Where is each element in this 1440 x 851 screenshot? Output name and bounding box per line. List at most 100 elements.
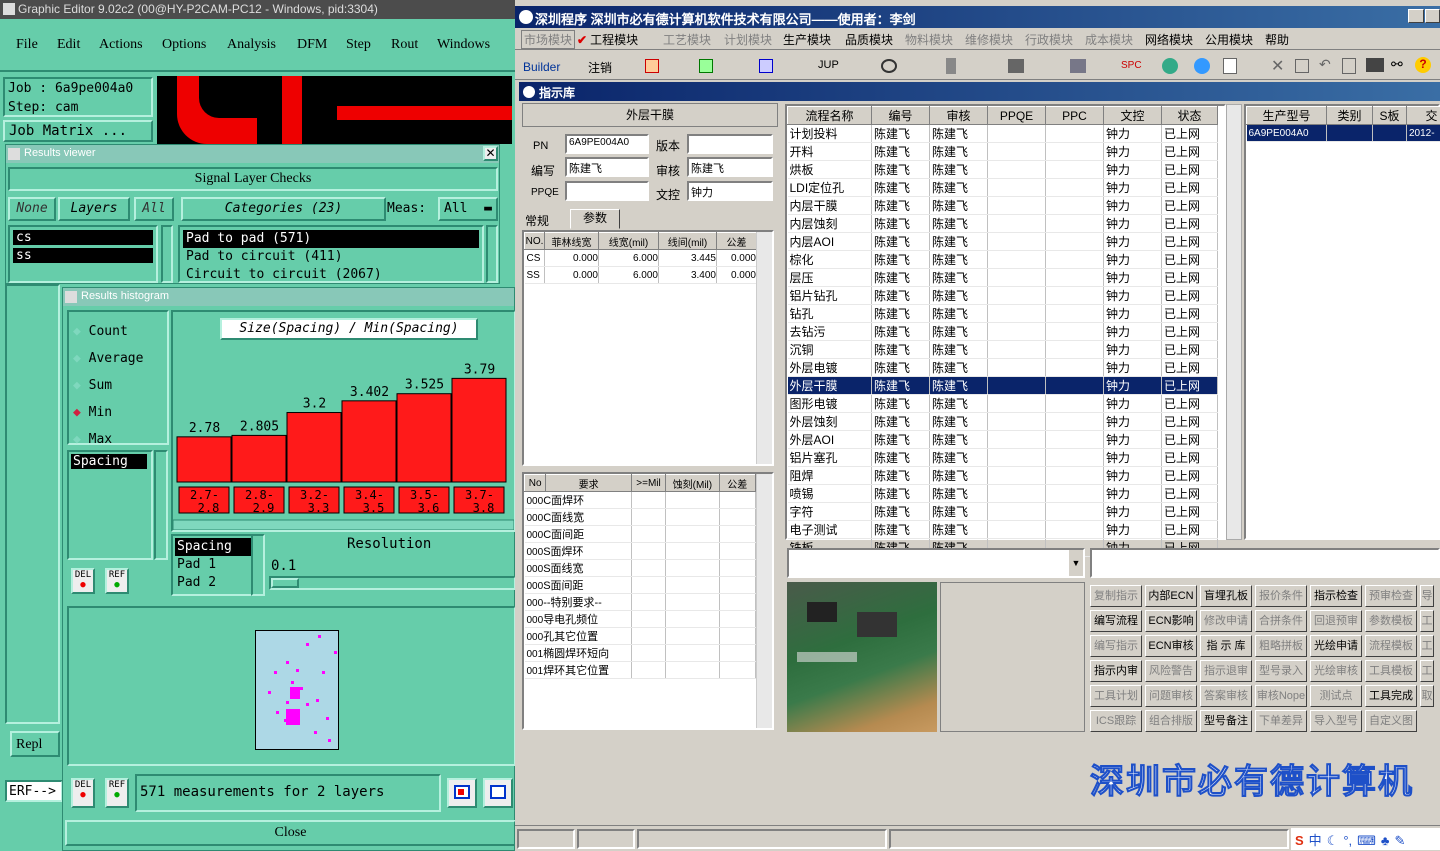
module-menu-item[interactable]: 计划模块: [724, 31, 772, 48]
meas-dropdown[interactable]: All ▬: [438, 197, 498, 221]
option-sum[interactable]: ◆ Sum: [73, 372, 143, 399]
pn-field[interactable]: 6A9PE004A0: [565, 134, 649, 154]
function-button[interactable]: 编写流程: [1090, 610, 1142, 632]
word-icon[interactable]: [759, 59, 773, 73]
measurement-marker[interactable]: [268, 691, 271, 694]
scrollbar[interactable]: [486, 225, 498, 283]
menu-dfm[interactable]: DFM: [297, 37, 327, 53]
measurement-marker[interactable]: [306, 703, 309, 706]
table-row[interactable]: CS 0.000 6.000 3.445 0.000: [524, 249, 757, 267]
chevron-down-icon[interactable]: ▼: [1069, 550, 1083, 576]
table-row[interactable]: 外层电镀 陈建飞 陈建飞 钟力 已上网: [787, 358, 1218, 377]
module-menu-item[interactable]: 品质模块: [845, 31, 893, 48]
measurement-cluster[interactable]: [286, 709, 300, 725]
table-row[interactable]: 计划投料 陈建飞 陈建飞 钟力 已上网: [787, 124, 1218, 143]
function-button[interactable]: 指示内审: [1090, 660, 1142, 682]
tab-general[interactable]: 常规: [525, 212, 549, 229]
excel-icon[interactable]: [699, 59, 713, 73]
chart-icon[interactable]: [447, 778, 477, 808]
function-button[interactable]: 工具计划: [1090, 685, 1142, 707]
menu-options[interactable]: Options: [162, 37, 206, 53]
function-button[interactable]: 粗略拼板: [1255, 635, 1307, 657]
histogram-bar[interactable]: [341, 400, 397, 483]
module-menu-item[interactable]: 行政模块: [1025, 31, 1073, 48]
find-icon[interactable]: ⚯: [1391, 56, 1403, 73]
measurement-marker[interactable]: [326, 717, 329, 720]
function-button[interactable]: 型号备注: [1200, 710, 1252, 732]
table-row[interactable]: 外层干膜 陈建飞 陈建飞 钟力 已上网: [787, 376, 1218, 395]
measurement-marker[interactable]: [291, 681, 294, 684]
spc-button[interactable]: SPC: [1121, 60, 1142, 71]
flow-table[interactable]: 流程名称 编号 审核 PPQE PPC 文控 状态 计划投料 陈建飞 陈建飞 钟力 已上网 开料 陈建飞陈…: [785, 104, 1226, 557]
table-row[interactable]: SS 0.000 6.000 3.400 0.000: [524, 266, 757, 284]
table-row[interactable]: 内层干膜 陈建飞 陈建飞 钟力 已上网: [787, 196, 1218, 215]
column-header[interactable]: 线宽(mil): [598, 232, 659, 250]
function-button[interactable]: ECN影响: [1145, 610, 1197, 632]
option-min[interactable]: ◆ Min: [73, 399, 143, 426]
function-button[interactable]: 流程模板: [1365, 635, 1417, 657]
category-list[interactable]: Pad to pad (571) Pad to circuit (411) Ci…: [178, 225, 484, 283]
module-menu-item[interactable]: ✔ 工程模块: [577, 31, 638, 48]
module-menu-item[interactable]: 工艺模块: [663, 31, 711, 48]
refresh-icon[interactable]: [1162, 58, 1178, 74]
histogram-bar[interactable]: [176, 436, 232, 483]
memo-field[interactable]: ▼: [787, 548, 1085, 578]
ref-button-2[interactable]: REF ●: [105, 778, 129, 808]
save-icon[interactable]: [1295, 59, 1309, 73]
delete-icon[interactable]: ✕: [1271, 56, 1284, 76]
measurement-marker[interactable]: [274, 671, 277, 674]
column-header[interactable]: 线间(mil): [658, 232, 717, 250]
column-header[interactable]: 文控: [1103, 106, 1162, 125]
option-average[interactable]: ◆ Average: [73, 345, 143, 372]
table-row[interactable]: 内层蚀刻 陈建飞 陈建飞 钟力 已上网: [787, 214, 1218, 233]
tab-params[interactable]: 参数: [570, 209, 620, 229]
print-icon[interactable]: [1366, 58, 1384, 72]
list-item[interactable]: Circuit to circuit (2067): [183, 266, 479, 284]
menu-analysis[interactable]: Analysis: [227, 37, 276, 53]
table-row[interactable]: 图形电镀 陈建飞 陈建飞 钟力 已上网: [787, 394, 1218, 413]
tray-icon[interactable]: ✎: [1394, 833, 1405, 848]
table-row[interactable]: 去钻污 陈建飞 陈建飞 钟力 已上网: [787, 322, 1218, 341]
review-field[interactable]: 陈建飞: [687, 157, 773, 177]
measurement-cluster[interactable]: [290, 687, 300, 699]
menu-file[interactable]: File: [16, 37, 38, 53]
function-button[interactable]: 指示检查: [1310, 585, 1362, 607]
histogram-bar[interactable]: [286, 412, 342, 483]
tray-icon[interactable]: ♣: [1381, 833, 1390, 848]
function-button[interactable]: 下单差异: [1255, 710, 1307, 732]
table-row[interactable]: 001焊环其它位置: [524, 661, 757, 679]
spacing-list[interactable]: Spacing: [67, 450, 153, 560]
table-row[interactable]: 外层蚀刻 陈建飞 陈建飞 钟力 已上网: [787, 412, 1218, 431]
function-button[interactable]: 指 示 库: [1200, 635, 1252, 657]
doc-field[interactable]: 钟力: [687, 181, 773, 201]
scrollbar[interactable]: [251, 534, 265, 596]
column-header[interactable]: 流程名称: [787, 106, 872, 125]
module-menu-item[interactable]: 网络模块: [1145, 31, 1193, 48]
list-item[interactable]: Pad to circuit (411): [183, 248, 479, 266]
scrollbar[interactable]: [161, 225, 173, 283]
column-header[interactable]: 公差: [716, 232, 757, 250]
scrollbar[interactable]: [756, 232, 772, 464]
ime-tray[interactable]: S 中 ☾ °, ⌨ ♣ ✎: [1291, 828, 1440, 850]
column-header[interactable]: 审核: [929, 106, 988, 125]
function-button[interactable]: 风险警告: [1145, 660, 1197, 682]
module-menu-item[interactable]: 帮助: [1265, 31, 1289, 48]
table-row[interactable]: 001椭圆焊环短向: [524, 644, 757, 662]
eye-icon[interactable]: [881, 59, 897, 73]
column-header[interactable]: 生产型号: [1246, 106, 1327, 125]
function-button[interactable]: 光绘审核: [1310, 660, 1362, 682]
table-row[interactable]: 000S面焊环: [524, 542, 757, 560]
measurement-marker[interactable]: [318, 635, 321, 638]
all-button[interactable]: All: [134, 197, 174, 221]
replace-button[interactable]: Repl: [10, 731, 60, 757]
function-button[interactable]: 预审检查: [1365, 585, 1417, 607]
table-row[interactable]: 棕化 陈建飞 陈建飞 钟力 已上网: [787, 250, 1218, 269]
column-header[interactable]: PPQE: [987, 106, 1046, 125]
column-header[interactable]: 类别: [1326, 106, 1373, 125]
measurement-marker[interactable]: [296, 669, 299, 672]
measurement-marker[interactable]: [328, 739, 331, 742]
new-doc-icon[interactable]: [1223, 58, 1237, 74]
table-row[interactable]: 000导电孔频位: [524, 610, 757, 628]
export-icon[interactable]: [483, 778, 513, 808]
list-item[interactable]: cs: [13, 230, 153, 245]
